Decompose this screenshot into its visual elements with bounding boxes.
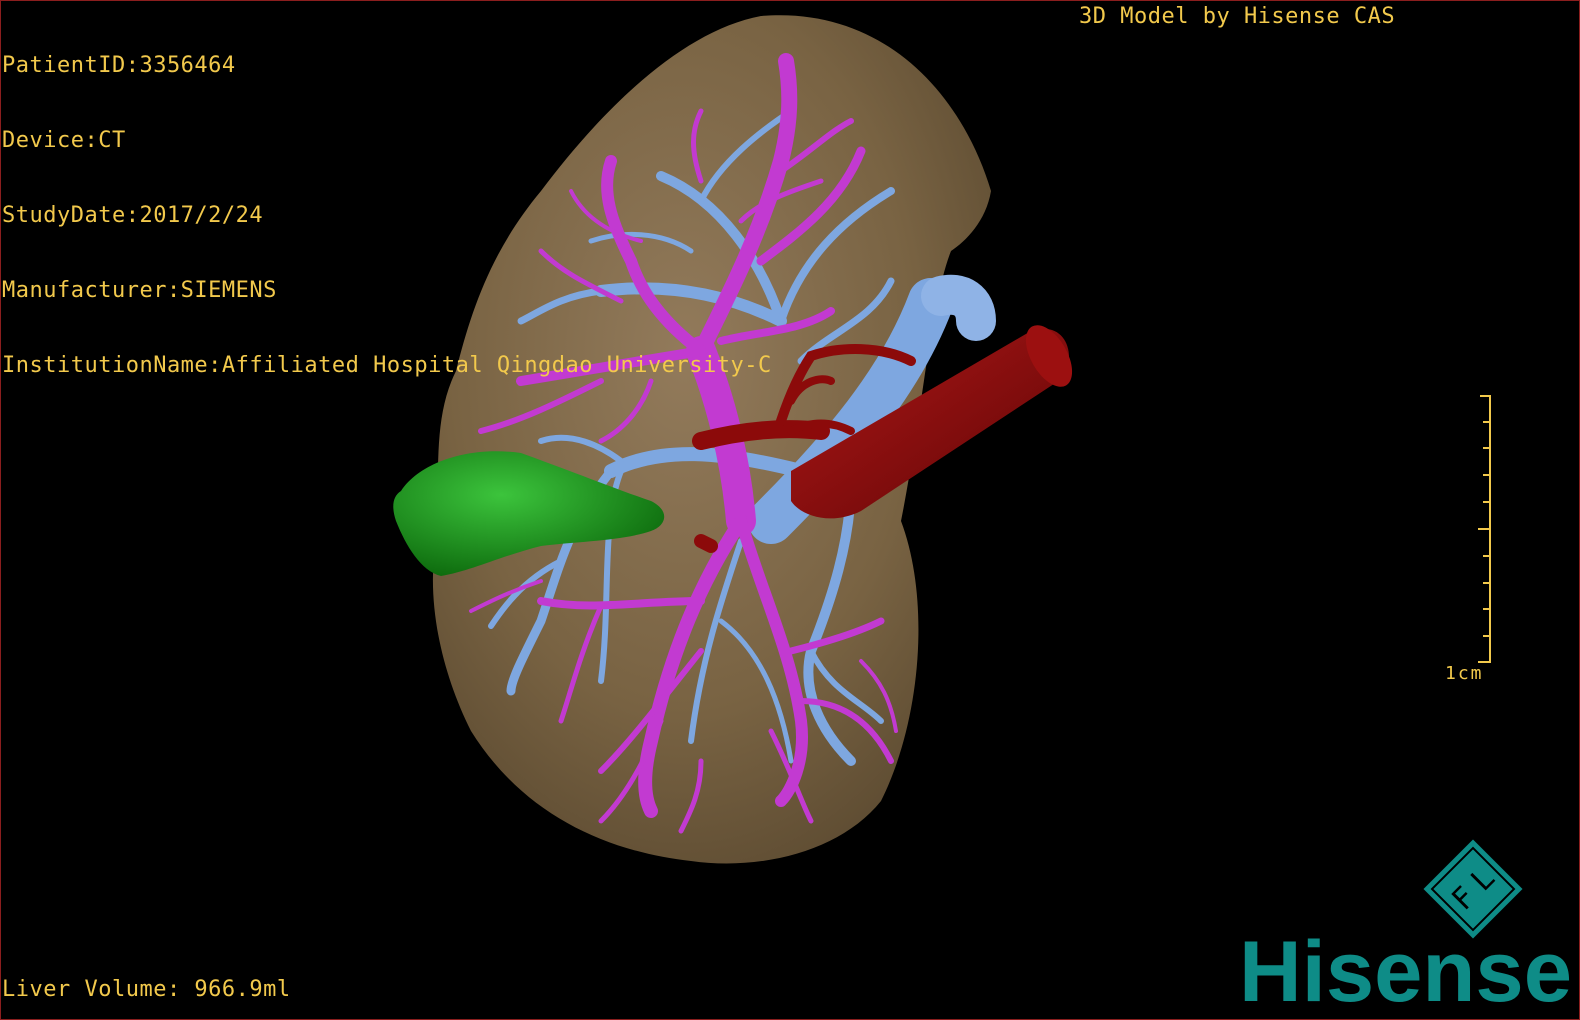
device-text: Device:CT: [2, 128, 126, 153]
patient-id-text: PatientID:3356464: [2, 53, 236, 78]
study-info-overlay: PatientID:3356464 Device:CT StudyDate:20…: [2, 3, 772, 428]
manufacturer-text: Manufacturer:SIEMENS: [2, 278, 277, 303]
institution-text: InstitutionName:Affiliated Hospital Qing…: [2, 353, 772, 378]
hisense-logo: Hisense: [1239, 931, 1572, 1011]
liver-volume-text: Liver Volume: 966.9ml: [2, 977, 291, 1002]
hisense-logo-text: Hisense: [1239, 931, 1572, 1011]
model-credit-text: 3D Model by Hisense CAS: [1079, 4, 1396, 29]
scale-ruler: [1478, 395, 1491, 663]
scale-ruler-label: 1cm: [1445, 663, 1484, 684]
viewer-viewport[interactable]: PatientID:3356464 Device:CT StudyDate:20…: [0, 0, 1580, 1020]
study-date-text: StudyDate:2017/2/24: [2, 203, 264, 228]
